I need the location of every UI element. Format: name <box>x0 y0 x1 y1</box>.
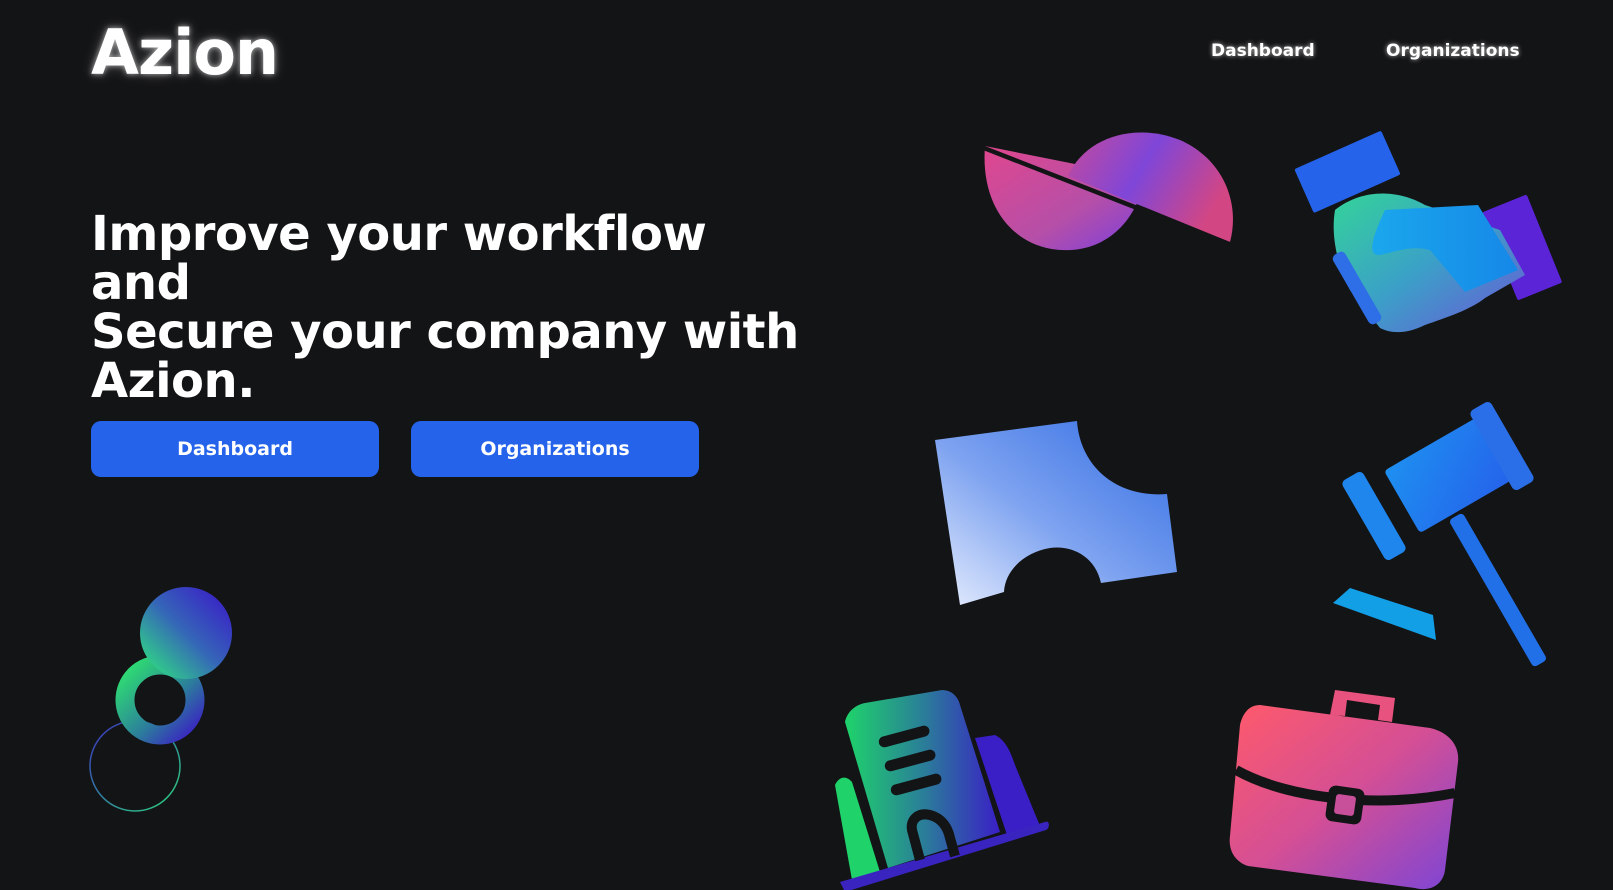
dashboard-button[interactable]: Dashboard <box>91 421 379 477</box>
hero-headline-line: Secure your company with <box>91 304 799 360</box>
office-building-icon <box>835 690 1049 890</box>
handshake-icon <box>1294 131 1562 333</box>
gavel-icon <box>1333 401 1546 667</box>
hero-headline-line: Improve your workflow and <box>91 206 707 311</box>
briefcase-icon <box>1229 690 1459 890</box>
puzzle-piece-icon <box>935 421 1177 605</box>
organizations-button[interactable]: Organizations <box>411 421 699 477</box>
nav-link-organizations[interactable]: Organizations <box>1386 41 1520 61</box>
hero-headline-line: Azion. <box>91 353 255 409</box>
landing-page: Azion Dashboard Organizations Improve yo… <box>0 0 1613 890</box>
hero-headline: Improve your workflow and Secure your co… <box>91 210 811 406</box>
brand-logo[interactable]: Azion <box>91 22 279 84</box>
orbs-decoration <box>89 587 232 812</box>
split-circle-icon <box>983 132 1233 251</box>
nav-link-dashboard[interactable]: Dashboard <box>1211 41 1315 61</box>
